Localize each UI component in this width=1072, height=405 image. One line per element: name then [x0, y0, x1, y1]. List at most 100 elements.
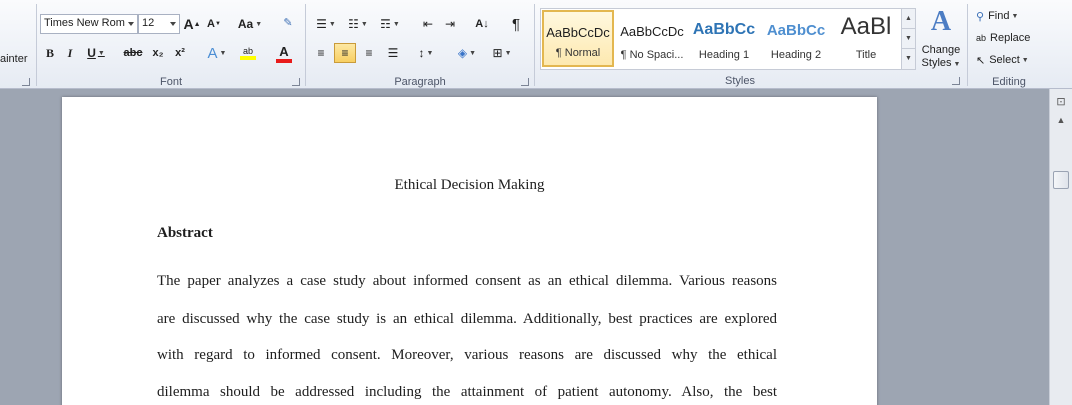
font-group: Times New Rom 12 A ▲ A ▼ Aa ▼ ✎ B I U ▼ abc … — [38, 0, 304, 89]
borders-button[interactable]: ⊞ ▼ — [487, 43, 517, 63]
justify-icon: ☰ — [387, 46, 399, 60]
paint-bucket-icon: ◈ — [457, 46, 468, 60]
divider — [36, 4, 37, 86]
underline-button[interactable]: U ▼ — [84, 43, 108, 63]
paragraph-line: with regard to informed consent. Moreove… — [157, 347, 777, 363]
justify-button[interactable]: ☰ — [383, 43, 403, 63]
show-formatting-button[interactable]: ¶ — [507, 14, 525, 34]
ruler-toggle-icon[interactable]: ⊡ — [1054, 95, 1068, 109]
font-color-icon: A — [279, 43, 289, 59]
numbered-list-icon: ☷ — [348, 17, 359, 31]
font-size-combo[interactable]: 12 — [138, 14, 180, 34]
increase-indent-icon: ⇥ — [444, 17, 456, 31]
multilevel-list-button[interactable]: ☶ ▼ — [377, 14, 403, 34]
sort-icon: A↓ — [475, 18, 489, 30]
superscript-button[interactable]: x² — [172, 43, 188, 63]
gallery-more-icon[interactable]: ▼ — [902, 49, 915, 69]
font-size-value: 12 — [142, 17, 155, 29]
style-heading-1[interactable]: AaBbCc Heading 1 — [688, 10, 760, 67]
align-center-button[interactable]: ≡ — [334, 43, 356, 63]
bullet-list-icon: ☰ — [316, 17, 327, 31]
style-name: Heading 1 — [698, 49, 750, 61]
font-name-value: Times New Rom — [44, 17, 125, 29]
font-color-button[interactable]: A — [270, 43, 298, 63]
subscript-button[interactable]: x₂ — [150, 43, 166, 63]
highlight-button[interactable]: ab — [234, 43, 262, 63]
grow-font-button[interactable]: A ▲ — [183, 14, 200, 34]
format-painter-button[interactable]: ainter — [0, 53, 28, 65]
clipboard-launcher[interactable] — [22, 78, 30, 86]
text-effects-button[interactable]: A ▼ — [204, 43, 230, 63]
vertical-scrollbar[interactable]: ⊡ ▲ — [1049, 89, 1072, 405]
gallery-scroll-down-icon[interactable]: ▼ — [902, 29, 915, 49]
change-styles-button[interactable]: Change Styles ▼ — [916, 44, 966, 71]
change-styles-icon[interactable]: A — [924, 6, 958, 38]
clear-formatting-icon[interactable]: ✎ — [278, 12, 298, 32]
paragraph-group: ☰ ▼ ☷ ▼ ☶ ▼ ⇤ ⇥ A↓ ¶ ≡ ≡ ≡ ☰ ↕ ▼ ◈ ▼ ⊞ ▼ Parag… — [307, 0, 533, 89]
style-preview: AaBbCcDc — [620, 24, 684, 39]
bold-button[interactable]: B — [42, 43, 58, 63]
numbering-button[interactable]: ☷ ▼ — [345, 14, 371, 34]
document-page[interactable]: Ethical Decision Making Abstract The pap… — [62, 97, 877, 405]
find-button[interactable]: ⚲ Find ▼ — [976, 6, 1018, 26]
abstract-heading: Abstract — [157, 225, 213, 241]
style-name: Title — [855, 49, 877, 61]
styles-group-label: Styles — [725, 75, 755, 87]
line-spacing-icon: ↕ — [418, 46, 425, 60]
shrink-font-button[interactable]: A ▼ — [206, 14, 222, 34]
clipboard-group: ainter — [0, 0, 34, 89]
change-case-button[interactable]: Aa ▼ — [236, 14, 264, 34]
gallery-scrollbar[interactable]: ▲ ▼ ▼ — [901, 9, 915, 69]
sort-button[interactable]: A↓ — [471, 14, 493, 34]
paragraph-line: The paper analyzes a case study about in… — [157, 273, 777, 289]
chevron-down-icon[interactable] — [170, 22, 176, 26]
scroll-thumb[interactable] — [1053, 171, 1069, 189]
increase-indent-button[interactable]: ⇥ — [441, 14, 459, 34]
styles-launcher[interactable] — [952, 77, 960, 85]
chevron-down-icon[interactable] — [128, 22, 134, 26]
style-name: ¶ No Spaci... — [620, 49, 684, 61]
style-preview: AaBbCc — [766, 22, 826, 39]
align-left-icon: ≡ — [317, 46, 325, 60]
paragraph-group-label: Paragraph — [394, 76, 446, 88]
divider — [534, 4, 535, 86]
style-heading-2[interactable]: AaBbCc Heading 2 — [760, 10, 832, 67]
paragraph-line: dilemma should be addressed including th… — [157, 384, 777, 400]
align-left-button[interactable]: ≡ — [311, 43, 331, 63]
style-name: Heading 2 — [770, 49, 822, 61]
replace-button[interactable]: ab Replace — [976, 28, 1030, 48]
style-normal[interactable]: AaBbCcDc ¶ Normal — [542, 10, 614, 67]
borders-icon: ⊞ — [492, 46, 503, 60]
font-color-swatch — [276, 58, 292, 63]
font-name-combo[interactable]: Times New Rom — [40, 14, 138, 34]
select-button[interactable]: ↖ Select ▼ — [976, 50, 1029, 70]
shading-button[interactable]: ◈ ▼ — [453, 43, 481, 63]
bullets-button[interactable]: ☰ ▼ — [313, 14, 339, 34]
style-title[interactable]: AaBl Title — [830, 10, 902, 67]
style-preview: AaBbCcDc — [546, 25, 610, 40]
gallery-scroll-up-icon[interactable]: ▲ — [902, 9, 915, 29]
style-name: ¶ Normal — [555, 47, 601, 59]
font-launcher[interactable] — [292, 78, 300, 86]
scroll-up-icon[interactable]: ▲ — [1054, 115, 1068, 129]
align-right-icon: ≡ — [365, 46, 373, 60]
strikethrough-button[interactable]: abc — [122, 43, 144, 63]
align-center-icon: ≡ — [341, 46, 349, 60]
multilevel-list-icon: ☶ — [380, 17, 391, 31]
decrease-indent-icon: ⇤ — [422, 17, 434, 31]
editing-group-label: Editing — [992, 76, 1026, 88]
align-right-button[interactable]: ≡ — [359, 43, 379, 63]
style-no-spacing[interactable]: AaBbCcDc ¶ No Spaci... — [616, 10, 688, 67]
line-spacing-button[interactable]: ↕ ▼ — [413, 43, 439, 63]
italic-button[interactable]: I — [62, 43, 78, 63]
editing-group: ⚲ Find ▼ ab Replace ↖ Select ▼ Editing — [970, 0, 1048, 89]
styles-gallery: AaBbCcDc ¶ Normal AaBbCcDc ¶ No Spaci...… — [540, 8, 916, 70]
decrease-indent-button[interactable]: ⇤ — [419, 14, 437, 34]
ribbon: ainter Times New Rom 12 A ▲ A ▼ Aa ▼ ✎ B I … — [0, 0, 1072, 89]
highlight-icon: ab — [242, 46, 253, 56]
divider — [967, 4, 968, 86]
paragraph-launcher[interactable] — [521, 78, 529, 86]
paragraph-line: are discussed why the case study is an e… — [157, 311, 777, 327]
highlight-color-swatch — [240, 56, 256, 60]
binoculars-icon: ⚲ — [976, 10, 985, 23]
